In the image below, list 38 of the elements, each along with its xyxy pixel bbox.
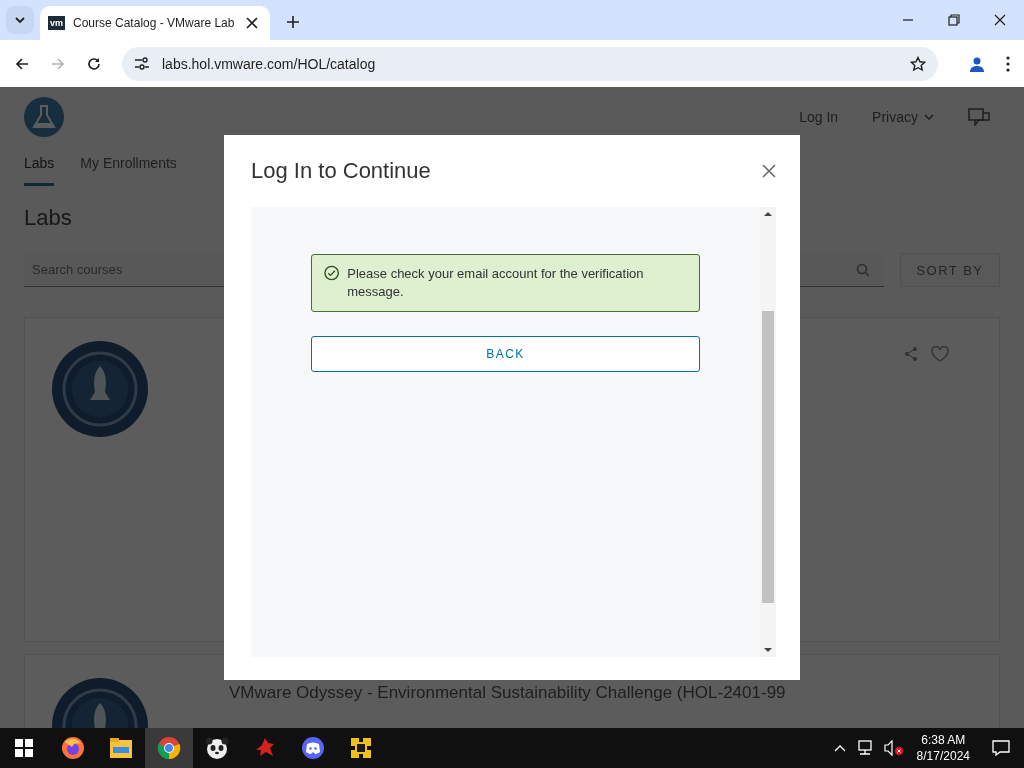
privacy-menu[interactable]: Privacy — [872, 109, 934, 125]
browser-tab[interactable]: vm Course Catalog - VMware Lab — [40, 6, 270, 40]
muted-speaker-icon[interactable] — [883, 740, 904, 756]
chrome-app-icon[interactable] — [145, 728, 193, 768]
tab-list-button[interactable] — [6, 6, 34, 34]
clock-date[interactable]: 8/17/2024 — [916, 748, 970, 764]
chevron-down-icon — [924, 114, 934, 120]
scroll-up-icon[interactable] — [764, 211, 772, 217]
back-button[interactable]: BACK — [311, 336, 700, 372]
scrollbar[interactable] — [760, 207, 776, 657]
new-tab-icon[interactable] — [286, 15, 300, 29]
address-field[interactable]: labs.hol.vmware.com/HOL/catalog — [122, 46, 938, 81]
close-tab-icon[interactable] — [246, 17, 258, 29]
success-alert: Please check your email account for the verification message. — [311, 254, 700, 312]
chevron-up-icon[interactable] — [833, 744, 846, 752]
menu-icon[interactable] — [1006, 55, 1010, 72]
network-icon[interactable] — [855, 740, 874, 756]
close-icon[interactable] — [994, 14, 1006, 26]
dialog-title: Log In to Continue — [251, 158, 431, 184]
reload-icon[interactable] — [86, 55, 102, 72]
windows-start-icon[interactable] — [15, 739, 33, 757]
site-settings-icon[interactable] — [134, 56, 150, 71]
favicon: vm — [48, 16, 65, 30]
restore-icon[interactable] — [948, 14, 960, 26]
page-heading: Labs — [24, 205, 72, 231]
page-tab[interactable]: Labs — [24, 147, 55, 186]
login-link[interactable]: Log In — [799, 109, 839, 125]
clock-time[interactable]: 6:38 AM — [921, 732, 966, 748]
page-tab[interactable]: My Enrollments — [80, 147, 177, 183]
chevron-down-icon — [14, 16, 26, 24]
rocket-badge-icon — [51, 340, 149, 438]
close-icon[interactable] — [762, 164, 776, 178]
back-icon[interactable] — [14, 55, 30, 72]
bookmark-star-icon[interactable] — [910, 55, 926, 72]
check-circle-icon — [324, 265, 340, 281]
flask-logo-icon — [24, 97, 64, 137]
course-title[interactable]: VMware Odyssey - Environmental Sustainability Challenge (HOL-2401-99 — [229, 683, 786, 703]
notification-icon[interactable] — [992, 740, 1010, 756]
